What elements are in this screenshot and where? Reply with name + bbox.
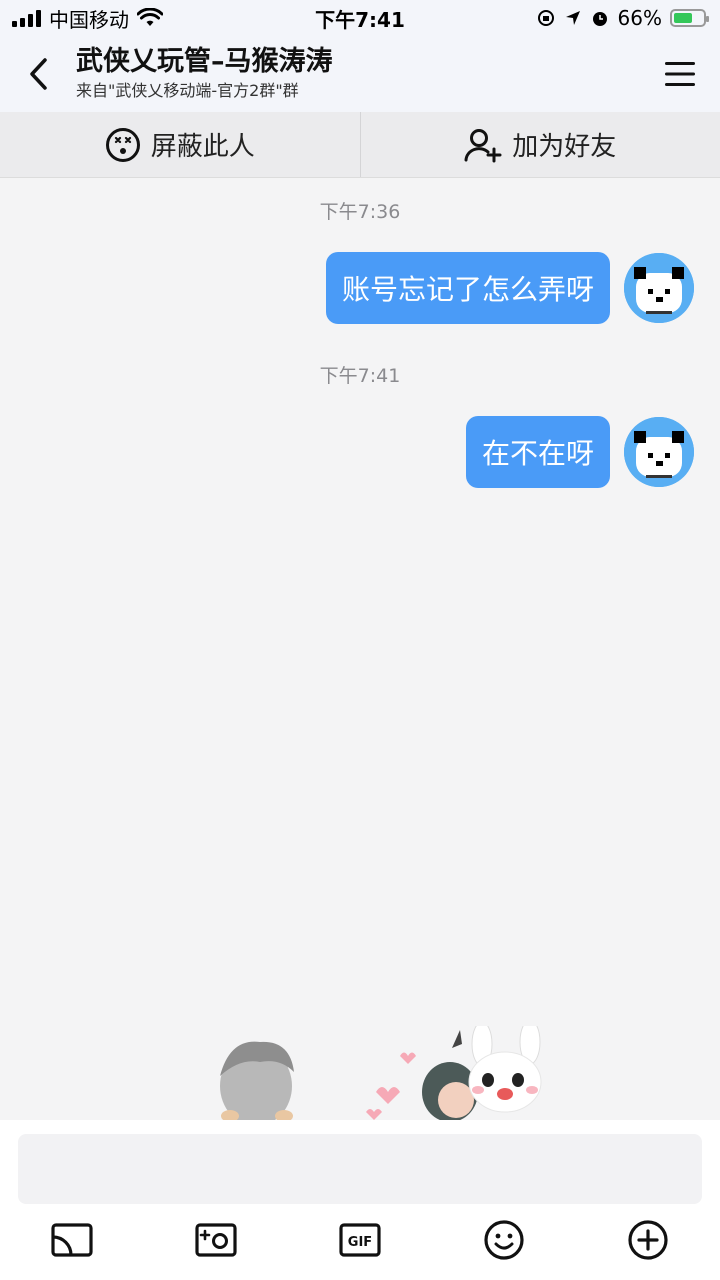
message-bubble[interactable]: 账号忘记了怎么弄呀 xyxy=(325,252,610,324)
boy-sticker-icon xyxy=(220,1041,294,1122)
chat-title: 武侠乂玩管–马猴涛涛 xyxy=(76,46,333,77)
gif-button[interactable]: GIF xyxy=(330,1212,390,1268)
panda-avatar-icon xyxy=(624,253,694,323)
carrier-label: 中国移动 xyxy=(49,7,129,32)
action-bar: 屏蔽此人 加为好友 xyxy=(0,112,720,178)
rotation-lock-icon xyxy=(537,10,554,26)
battery-percent: 66% xyxy=(617,6,662,30)
add-friend-label: 加为好友 xyxy=(512,132,617,162)
avatar[interactable] xyxy=(624,253,694,323)
message-timestamp: 下午7:36 xyxy=(319,201,401,223)
chevron-left-icon xyxy=(30,58,47,90)
menu-button[interactable] xyxy=(640,36,720,112)
message-timestamp: 下午7:41 xyxy=(319,365,401,387)
add-friend-button[interactable]: 加为好友 xyxy=(361,112,720,177)
add-friend-icon xyxy=(464,128,502,162)
plus-icon xyxy=(628,1220,668,1260)
message-row: 账号忘记了怎么弄呀 xyxy=(325,252,694,324)
input-toolbar: GIF xyxy=(0,1212,720,1268)
battery-fill xyxy=(674,13,693,23)
message-input[interactable] xyxy=(18,1134,702,1204)
gif-icon: GIF xyxy=(339,1223,381,1257)
block-icon xyxy=(105,127,140,162)
block-user-button[interactable]: 屏蔽此人 xyxy=(0,112,360,177)
input-area: GIF xyxy=(0,1120,720,1280)
block-user-label: 屏蔽此人 xyxy=(150,132,255,162)
wifi-icon xyxy=(137,8,163,26)
title-block: 武侠乂玩管–马猴涛涛 来自"武侠乂移动端-官方2群"群 xyxy=(76,45,640,103)
screen-cast-icon xyxy=(51,1223,93,1257)
camera-icon xyxy=(195,1223,237,1257)
chat-header: 武侠乂玩管–马猴涛涛 来自"武侠乂移动端-官方2群"群 xyxy=(0,36,720,112)
screen-cast-button[interactable] xyxy=(42,1212,102,1268)
alarm-icon xyxy=(592,12,607,26)
battery-icon xyxy=(670,9,709,27)
status-bar: 中国移动 下午7:41 66% xyxy=(0,0,720,36)
avatar[interactable] xyxy=(624,417,694,487)
emoji-button[interactable] xyxy=(474,1212,534,1268)
message-row: 在不在呀 xyxy=(465,416,694,488)
location-icon xyxy=(565,11,580,25)
more-button[interactable] xyxy=(618,1212,678,1268)
bunny-sticker-icon xyxy=(366,1026,542,1122)
camera-button[interactable] xyxy=(186,1212,246,1268)
panda-avatar-icon xyxy=(624,417,694,487)
signal-icon xyxy=(12,9,41,27)
emoji-icon xyxy=(484,1220,524,1260)
message-bubble[interactable]: 在不在呀 xyxy=(465,416,610,488)
back-button[interactable] xyxy=(0,36,76,112)
chat-subtitle: 来自"武侠乂移动端-官方2群"群 xyxy=(76,81,299,100)
status-right: 66% xyxy=(536,6,709,30)
menu-icon xyxy=(665,62,695,86)
status-left: 中国移动 xyxy=(12,4,163,33)
svg-text:GIF: GIF xyxy=(348,1235,372,1250)
